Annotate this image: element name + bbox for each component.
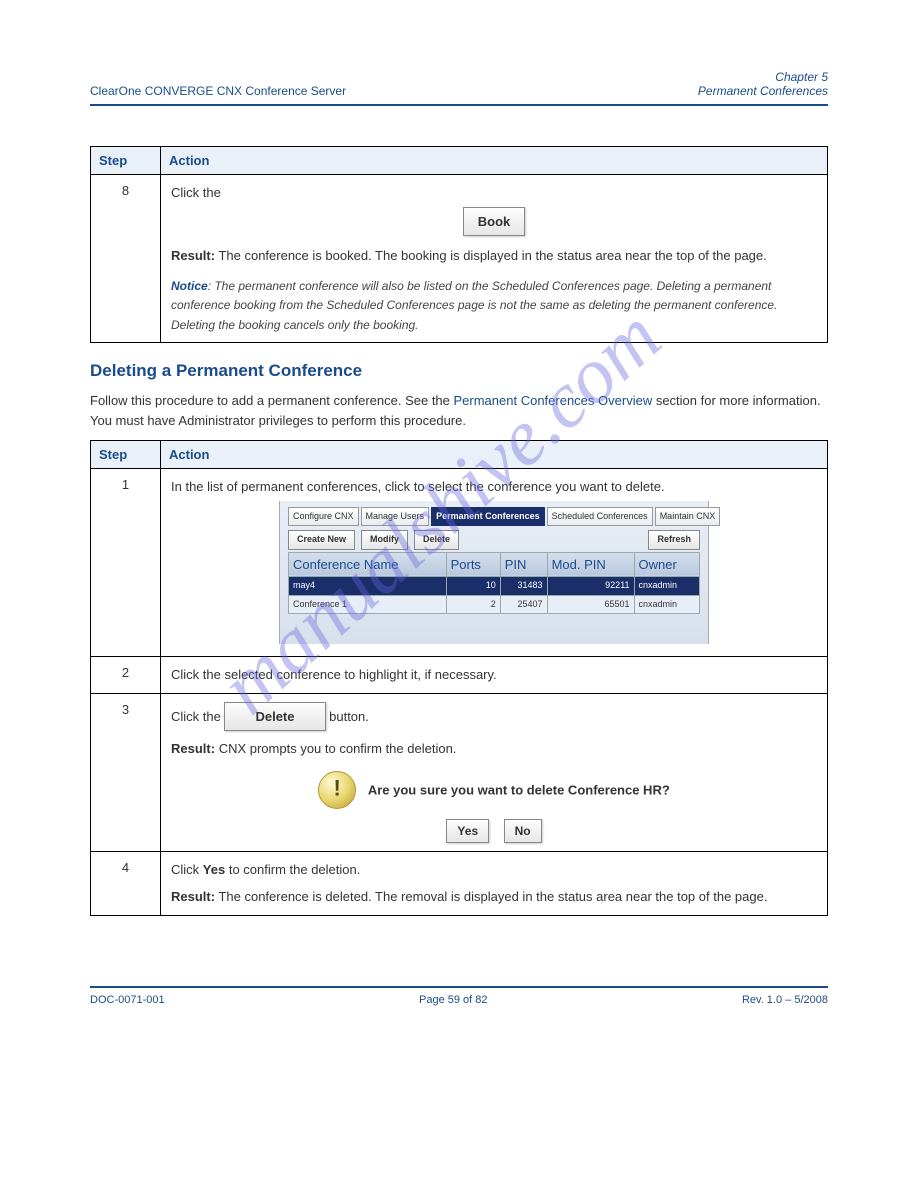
cell-name: may4 bbox=[289, 577, 447, 596]
step-number: 3 bbox=[91, 693, 161, 851]
footer-rule bbox=[90, 986, 828, 988]
conferences-table: Conference Name Ports PIN Mod. PIN Owner… bbox=[288, 552, 700, 615]
yes-button[interactable]: Yes bbox=[446, 819, 489, 843]
cell-name: Conference 1 bbox=[289, 595, 447, 614]
action-pre: Click bbox=[171, 862, 203, 877]
table-row[interactable]: may4 10 31483 92211 cnxadmin bbox=[289, 577, 700, 596]
modify-button[interactable]: Modify bbox=[361, 530, 408, 550]
tab-manage-users[interactable]: Manage Users bbox=[361, 507, 430, 527]
tab-bar: Configure CNX Manage Users Permanent Con… bbox=[288, 507, 700, 527]
action-pre: Click the bbox=[171, 709, 224, 724]
result-text: The conference is booked. The booking is… bbox=[218, 248, 766, 263]
tab-permanent-conferences[interactable]: Permanent Conferences bbox=[431, 507, 545, 527]
col-ports: Ports bbox=[446, 552, 500, 577]
action-text-pre: Click the bbox=[171, 185, 221, 200]
step-number: 1 bbox=[91, 469, 161, 657]
cell-modpin: 92211 bbox=[547, 577, 634, 596]
header-chapter-title: Permanent Conferences bbox=[698, 84, 828, 98]
step-number: 2 bbox=[91, 657, 161, 694]
intro-pre: Follow this procedure to add a permanent… bbox=[90, 393, 454, 408]
permanent-conferences-screenshot: Configure CNX Manage Users Permanent Con… bbox=[279, 501, 709, 645]
procedure-table-book: Step Action 8 Click the Book Result: The… bbox=[90, 146, 828, 343]
refresh-button[interactable]: Refresh bbox=[648, 530, 700, 550]
result-text: CNX prompts you to confirm the deletion. bbox=[219, 741, 457, 756]
result-label: Result: bbox=[171, 248, 215, 263]
tab-scheduled-conferences[interactable]: Scheduled Conferences bbox=[547, 507, 653, 527]
tab-configure-cnx[interactable]: Configure CNX bbox=[288, 507, 359, 527]
section-title-deleting: Deleting a Permanent Conference bbox=[90, 361, 828, 381]
header-product: ClearOne CONVERGE CNX Conference Server bbox=[90, 84, 346, 98]
cell-owner: cnxadmin bbox=[634, 577, 699, 596]
col-modpin: Mod. PIN bbox=[547, 552, 634, 577]
page-footer: DOC-0071-001 Page 59 of 82 Rev. 1.0 – 5/… bbox=[90, 994, 828, 1006]
action-text: In the list of permanent conferences, cl… bbox=[171, 477, 817, 497]
book-button[interactable]: Book bbox=[463, 207, 526, 237]
tab-maintain-cnx[interactable]: Maintain CNX bbox=[655, 507, 721, 527]
intro-link[interactable]: Permanent Conferences Overview bbox=[454, 393, 653, 408]
notice-label: Notice bbox=[171, 279, 208, 293]
cell-modpin: 65501 bbox=[547, 595, 634, 614]
table-row[interactable]: Conference 1 2 25407 65501 cnxadmin bbox=[289, 595, 700, 614]
action-post: button. bbox=[329, 709, 369, 724]
col-conf-name: Conference Name bbox=[289, 552, 447, 577]
cell-pin: 25407 bbox=[500, 595, 547, 614]
footer-page: Page 59 of 82 bbox=[419, 994, 488, 1006]
notice-text: : The permanent conference will also be … bbox=[171, 279, 777, 332]
action-text: Click the selected conference to highlig… bbox=[161, 657, 828, 694]
page-header: ClearOne CONVERGE CNX Conference Server … bbox=[90, 70, 828, 106]
step-number: 4 bbox=[91, 851, 161, 915]
col-action: Action bbox=[161, 441, 828, 469]
confirmation-dialog: Are you sure you want to delete Conferen… bbox=[171, 771, 817, 843]
header-chapter: Chapter 5 bbox=[698, 70, 828, 84]
action-post: to confirm the deletion. bbox=[229, 862, 361, 877]
col-pin: PIN bbox=[500, 552, 547, 577]
step-number: 8 bbox=[91, 175, 161, 343]
cell-ports: 10 bbox=[446, 577, 500, 596]
result-label: Result: bbox=[171, 889, 215, 904]
col-action: Action bbox=[161, 147, 828, 175]
cell-owner: cnxadmin bbox=[634, 595, 699, 614]
result-text: The conference is deleted. The removal i… bbox=[218, 889, 767, 904]
footer-rev: Rev. 1.0 – 5/2008 bbox=[742, 994, 828, 1006]
no-button[interactable]: No bbox=[504, 819, 542, 843]
cell-pin: 31483 bbox=[500, 577, 547, 596]
create-new-button[interactable]: Create New bbox=[288, 530, 355, 550]
section-intro: Follow this procedure to add a permanent… bbox=[90, 391, 828, 430]
procedure-table-delete: Step Action 1 In the list of permanent c… bbox=[90, 440, 828, 916]
col-step: Step bbox=[91, 147, 161, 175]
warning-icon bbox=[318, 771, 356, 809]
result-label: Result: bbox=[171, 741, 215, 756]
delete-button-large[interactable]: Delete bbox=[224, 702, 325, 732]
delete-button[interactable]: Delete bbox=[414, 530, 459, 550]
col-owner: Owner bbox=[634, 552, 699, 577]
col-step: Step bbox=[91, 441, 161, 469]
yes-inline: Yes bbox=[203, 862, 225, 877]
confirm-message: Are you sure you want to delete Conferen… bbox=[368, 782, 670, 797]
cell-ports: 2 bbox=[446, 595, 500, 614]
footer-docid: DOC-0071-001 bbox=[90, 994, 165, 1006]
